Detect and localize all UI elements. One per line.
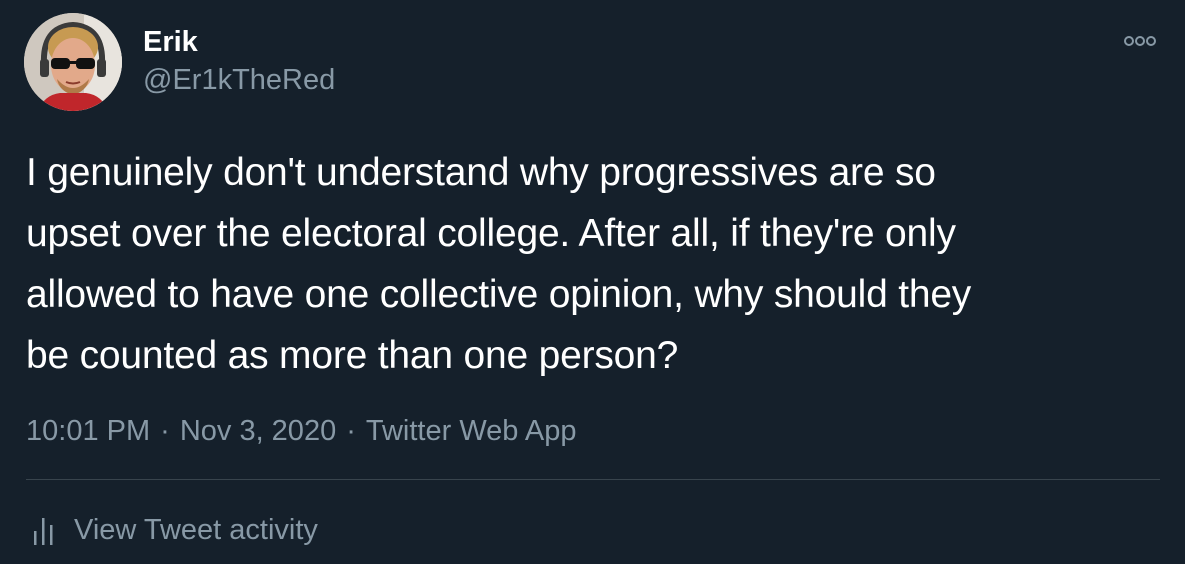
- separator: ·: [346, 415, 356, 447]
- bar-chart-icon: [34, 518, 53, 545]
- author-name[interactable]: Erik: [143, 24, 198, 60]
- tweet-time[interactable]: 10:01 PM: [26, 415, 150, 447]
- separator: ·: [160, 415, 170, 447]
- more-options-button[interactable]: [1120, 28, 1160, 56]
- tweet-date[interactable]: Nov 3, 2020: [180, 415, 336, 447]
- author-handle[interactable]: @Er1kTheRed: [143, 62, 335, 98]
- tweet-text: I genuinely don't understand why progres…: [26, 151, 972, 377]
- avatar[interactable]: [24, 13, 122, 111]
- divider: [26, 479, 1160, 480]
- tweet-source[interactable]: Twitter Web App: [366, 415, 577, 447]
- tweet-metadata: 10:01 PM · Nov 3, 2020 · Twitter Web App: [26, 412, 577, 450]
- avatar-image: [24, 13, 122, 111]
- more-dots-icon: [1124, 36, 1156, 46]
- view-tweet-activity-button[interactable]: View Tweet activity: [32, 510, 318, 550]
- activity-label: View Tweet activity: [74, 514, 318, 546]
- tweet-card: Erik @Er1kTheRed I genuinely don't under…: [0, 0, 1185, 564]
